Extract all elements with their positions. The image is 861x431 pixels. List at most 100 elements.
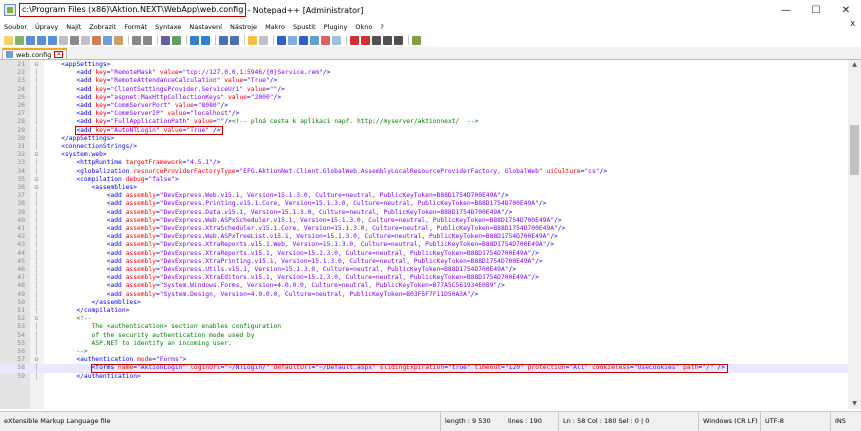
- code-line[interactable]: 32 ⊟ <system.web>: [0, 151, 848, 159]
- close-document-button[interactable]: X: [850, 20, 855, 28]
- code-line[interactable]: 56 │ -->: [0, 348, 848, 356]
- code-line[interactable]: 53 │ The <authentication> section enables…: [0, 323, 848, 331]
- toolbar-button-icon[interactable]: [4, 35, 13, 45]
- code-line[interactable]: 49 │ <add assembly="System.Design, Versio…: [0, 291, 848, 299]
- toolbar-button-icon[interactable]: [230, 35, 239, 45]
- toolbar-button-icon[interactable]: [201, 35, 210, 45]
- code-line[interactable]: 58 │ <forms name="AktionLogin" loginUrl="…: [0, 364, 848, 373]
- close-button[interactable]: ✕: [831, 0, 861, 20]
- toolbar-button-icon[interactable]: [383, 35, 392, 45]
- code-line[interactable]: 28 │ <add key="FullApplicationPath" value…: [0, 118, 848, 126]
- toolbar-button-icon[interactable]: [332, 35, 341, 45]
- code-line[interactable]: 41 │ <add assembly="DevExpress.XtraSchedu…: [0, 225, 848, 233]
- toolbar-button-icon[interactable]: [15, 35, 24, 45]
- status-eol[interactable]: Windows (CR LF): [698, 412, 760, 431]
- fold-toggle-icon[interactable]: ⊟: [33, 184, 40, 192]
- menu-item[interactable]: Pluginy: [320, 23, 352, 31]
- scroll-up-arrow-icon[interactable]: ▲: [848, 60, 861, 70]
- toolbar-button-icon[interactable]: [81, 35, 90, 45]
- toolbar-button-icon[interactable]: [59, 35, 68, 45]
- toolbar-button-icon[interactable]: [219, 35, 228, 45]
- menu-item[interactable]: Zobrazit: [85, 23, 120, 31]
- code-line[interactable]: 39 │ <add assembly="DevExpress.Data.v15.1…: [0, 209, 848, 217]
- scroll-down-arrow-icon[interactable]: ▼: [848, 399, 861, 409]
- tab-web-config[interactable]: web.config ✕: [2, 48, 68, 59]
- toolbar-button-icon[interactable]: [70, 35, 79, 45]
- code-line[interactable]: 59 │ </authentication>: [0, 373, 848, 381]
- menu-item[interactable]: Úpravy: [31, 23, 62, 31]
- toolbar-button-icon[interactable]: [361, 35, 370, 45]
- toolbar-button-icon[interactable]: [37, 35, 46, 45]
- code-line[interactable]: 35 ⊟ <compilation debug="false">: [0, 176, 848, 184]
- code-line[interactable]: 22 │ <add key="RemoteMask" value="tcp://1…: [0, 69, 848, 77]
- toolbar-button-icon[interactable]: [321, 35, 330, 45]
- toolbar-button-icon[interactable]: [394, 35, 403, 45]
- toolbar-button-icon[interactable]: [172, 35, 181, 45]
- maximize-button[interactable]: ☐: [801, 0, 831, 20]
- code-editor[interactable]: 21 ⊟ <appSettings> 22 │ <add key="RemoteMas…: [0, 60, 848, 409]
- code-line[interactable]: 37 │ <add assembly="DevExpress.Web.v15.1,…: [0, 192, 848, 200]
- menu-item[interactable]: Soubor: [0, 23, 31, 31]
- toolbar-button-icon[interactable]: [412, 35, 421, 45]
- toolbar-button-icon[interactable]: [277, 35, 286, 45]
- code-line[interactable]: 34 │ <globalization resourceProviderFacto…: [0, 168, 848, 176]
- toolbar-button-icon[interactable]: [161, 35, 170, 45]
- menu-item[interactable]: Formát: [120, 23, 151, 31]
- toolbar-button-icon[interactable]: [190, 35, 199, 45]
- toolbar-button-icon[interactable]: [103, 35, 112, 45]
- toolbar-button-icon[interactable]: [372, 35, 381, 45]
- menu-item[interactable]: Makro: [261, 23, 289, 31]
- code-line[interactable]: 46 │ <add assembly="DevExpress.Utils.v15.…: [0, 266, 848, 274]
- toolbar-button-icon[interactable]: [143, 35, 152, 45]
- code-line[interactable]: 45 │ <add assembly="DevExpress.XtraPrinti…: [0, 258, 848, 266]
- code-line[interactable]: 33 │ <httpRuntime targetFramework="4.5.1"…: [0, 159, 848, 167]
- notepadpp-app-icon[interactable]: [4, 4, 16, 16]
- code-line[interactable]: 30 │ </appSettings>: [0, 135, 848, 143]
- code-line[interactable]: 50 │ </assemblies>: [0, 299, 848, 307]
- menu-item[interactable]: Najít: [62, 23, 85, 31]
- code-line[interactable]: 40 │ <add assembly="DevExpress.Web.ASPxSc…: [0, 217, 848, 225]
- code-line[interactable]: 29 │ <add key="AutoNTLogin" value="True" …: [0, 127, 848, 135]
- code-line[interactable]: 38 │ <add assembly="DevExpress.Printing.v…: [0, 200, 848, 208]
- code-line[interactable]: 25 │ <add key="aspnet:MaxHttpCollectionKe…: [0, 94, 848, 102]
- toolbar-button-icon[interactable]: [299, 35, 308, 45]
- vertical-scrollbar[interactable]: ▲ ▼: [848, 60, 861, 409]
- code-line[interactable]: 57 ⊟ <authentication mode="Forms">: [0, 356, 848, 364]
- code-line[interactable]: 51 │ </compilation>: [0, 307, 848, 315]
- toolbar-button-icon[interactable]: [48, 35, 57, 45]
- code-line[interactable]: 42 │ <add assembly="DevExpress.Web.ASPxTr…: [0, 233, 848, 241]
- code-line[interactable]: 23 │ <add key="RemoteAttendanceCalculatio…: [0, 77, 848, 85]
- code-line[interactable]: 26 │ <add key="CommServerPort" value="808…: [0, 102, 848, 110]
- fold-toggle-icon[interactable]: ⊟: [33, 176, 40, 184]
- code-line[interactable]: 36 ⊟ <assemblies>: [0, 184, 848, 192]
- toolbar-button-icon[interactable]: [259, 35, 268, 45]
- tab-close-icon[interactable]: ✕: [54, 51, 64, 58]
- code-line[interactable]: 44 │ <add assembly="DevExpress.XtraReport…: [0, 250, 848, 258]
- menu-item[interactable]: Syntaxe: [151, 23, 185, 31]
- menu-item[interactable]: Nástroje: [226, 23, 261, 31]
- code-line[interactable]: 24 │ <add key="ClientSettingsProvider.Ser…: [0, 86, 848, 94]
- fold-toggle-icon[interactable]: ⊟: [33, 61, 40, 69]
- toolbar-button-icon[interactable]: [350, 35, 359, 45]
- code-line[interactable]: 21 ⊟ <appSettings>: [0, 61, 848, 69]
- toolbar-button-icon[interactable]: [310, 35, 319, 45]
- toolbar-button-icon[interactable]: [288, 35, 297, 45]
- code-line[interactable]: 31 │ <connectionStrings/>: [0, 143, 848, 151]
- code-line[interactable]: 54 │ of the security authentication mode …: [0, 332, 848, 340]
- menu-item[interactable]: Spustit: [289, 23, 320, 31]
- code-line[interactable]: 43 │ <add assembly="DevExpress.XtraReport…: [0, 241, 848, 249]
- code-line[interactable]: 48 │ <add assembly="System.Windows.Forms,…: [0, 282, 848, 290]
- toolbar-button-icon[interactable]: [248, 35, 257, 45]
- scrollbar-thumb[interactable]: [850, 125, 859, 175]
- toolbar-button-icon[interactable]: [92, 35, 101, 45]
- code-line[interactable]: 47 │ <add assembly="DevExpress.XtraEditor…: [0, 274, 848, 282]
- toolbar-button-icon[interactable]: [114, 35, 123, 45]
- toolbar-button-icon[interactable]: [132, 35, 141, 45]
- status-encoding[interactable]: UTF-8: [760, 412, 830, 431]
- menu-item[interactable]: Nastavení: [185, 23, 226, 31]
- menu-item[interactable]: ?: [376, 23, 387, 31]
- minimize-button[interactable]: —: [771, 0, 801, 20]
- toolbar-button-icon[interactable]: [26, 35, 35, 45]
- menu-item[interactable]: Okno: [351, 23, 376, 31]
- code-line[interactable]: 52 ⊟ <!--: [0, 315, 848, 323]
